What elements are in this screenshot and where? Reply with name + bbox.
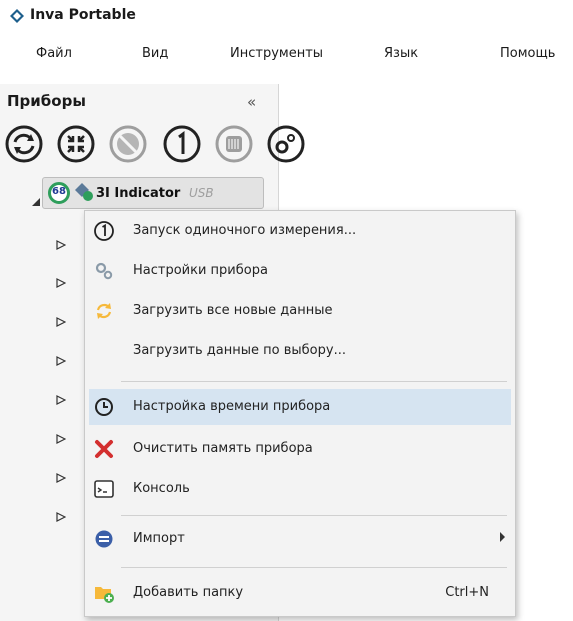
reload-icon bbox=[96, 303, 112, 319]
menu-language[interactable]: Язык bbox=[384, 46, 418, 61]
gears-icon bbox=[95, 262, 113, 280]
menu-item-single-measurement[interactable]: Запуск одиночного измерения... bbox=[85, 213, 515, 249]
menu-item-load-selected-data[interactable]: Загрузить данные по выбору... bbox=[85, 333, 515, 369]
tree-device-node[interactable]: 68 3I Indicator USB bbox=[42, 177, 264, 209]
refresh-icon[interactable] bbox=[4, 124, 44, 164]
console-icon bbox=[94, 480, 114, 498]
expand-arrow-icon[interactable] bbox=[56, 317, 66, 327]
menu-item-device-time[interactable]: Настройка времени прибора bbox=[89, 389, 511, 425]
expand-arrow-icon[interactable] bbox=[56, 434, 66, 444]
device-connection: USB bbox=[189, 186, 214, 200]
collapse-panel-icon[interactable]: « bbox=[247, 93, 256, 111]
expand-arrow-icon[interactable] bbox=[56, 278, 66, 288]
expand-arrow-icon[interactable] bbox=[56, 356, 66, 366]
menu-item-label: Добавить папку bbox=[133, 585, 244, 600]
submenu-arrow-icon bbox=[500, 532, 505, 542]
menu-item-import[interactable]: Импорт bbox=[85, 521, 515, 557]
clock-icon bbox=[95, 398, 113, 416]
device-name: 3I Indicator bbox=[96, 186, 181, 201]
expand-arrow-icon[interactable] bbox=[56, 240, 66, 250]
window-title: Inva Portable bbox=[30, 7, 136, 23]
menu-bar: Файл Вид Инструменты Язык Помощь bbox=[0, 46, 573, 70]
menu-item-label: Консоль bbox=[133, 481, 190, 496]
device-connected-icon bbox=[75, 183, 93, 201]
menu-item-label: Настройка времени прибора bbox=[133, 399, 331, 414]
menu-file[interactable]: Файл bbox=[36, 46, 72, 61]
expand-arrow-icon[interactable] bbox=[56, 395, 66, 405]
menu-item-device-settings[interactable]: Настройки прибора bbox=[85, 253, 515, 289]
menu-item-clear-memory[interactable]: Очистить память прибора bbox=[85, 431, 515, 467]
menu-item-console[interactable]: Консоль bbox=[85, 471, 515, 507]
menu-item-label: Настройки прибора bbox=[133, 263, 268, 278]
barcode-icon[interactable] bbox=[214, 124, 254, 164]
import-icon bbox=[95, 530, 113, 548]
menu-tools[interactable]: Инструменты bbox=[230, 46, 323, 61]
expand-arrow-icon[interactable] bbox=[56, 512, 66, 522]
menu-item-label: Очистить память прибора bbox=[133, 441, 313, 456]
menu-item-load-new-data[interactable]: Загрузить все новые данные bbox=[85, 293, 515, 329]
menu-item-add-folder[interactable]: Добавить папку Ctrl+N bbox=[85, 575, 515, 611]
menu-item-shortcut: Ctrl+N bbox=[445, 585, 489, 600]
menu-separator bbox=[121, 381, 507, 382]
disabled-connection-icon[interactable] bbox=[108, 124, 148, 164]
expand-arrow-icon[interactable] bbox=[56, 473, 66, 483]
menu-separator bbox=[121, 567, 507, 568]
single-measurement-icon bbox=[94, 221, 114, 241]
title-bar: Inva Portable bbox=[0, 0, 573, 32]
panel-title: Приборы bbox=[7, 92, 86, 110]
settings-gears-icon[interactable] bbox=[266, 124, 306, 164]
context-menu: Запуск одиночного измерения... Настройки… bbox=[84, 210, 516, 617]
red-x-icon bbox=[95, 440, 113, 458]
app-logo-icon bbox=[10, 9, 24, 23]
device-badge-number: 68 bbox=[52, 186, 66, 197]
add-folder-icon bbox=[95, 587, 114, 603]
menu-item-label: Загрузить данные по выбору... bbox=[133, 343, 346, 358]
single-measurement-icon[interactable] bbox=[162, 124, 202, 164]
menu-item-label: Запуск одиночного измерения... bbox=[133, 223, 357, 238]
menu-help[interactable]: Помощь bbox=[500, 46, 555, 61]
collapse-all-icon[interactable] bbox=[56, 124, 96, 164]
menu-view[interactable]: Вид bbox=[142, 46, 168, 61]
menu-item-label: Импорт bbox=[133, 531, 185, 546]
menu-item-label: Загрузить все новые данные bbox=[133, 303, 333, 318]
menu-separator bbox=[121, 515, 507, 516]
expand-triangle-icon[interactable] bbox=[31, 197, 41, 207]
